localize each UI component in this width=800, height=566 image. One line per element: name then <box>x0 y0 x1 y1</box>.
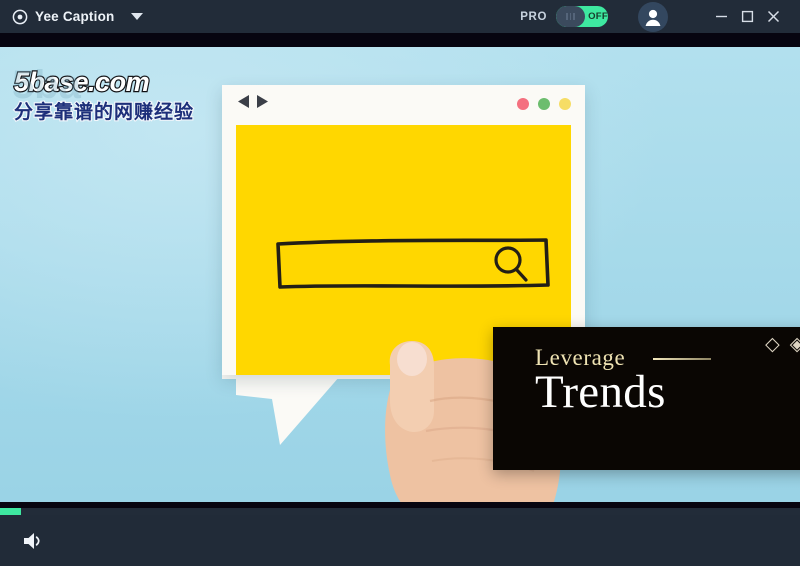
player-control-bar: 00:00:13 / 00:07:45 智能字幕(已关闭) <box>0 515 800 566</box>
browser-mock-toolbar <box>222 85 585 123</box>
pro-toggle-switch[interactable]: OFF <box>556 6 608 27</box>
maximize-dot <box>559 98 571 110</box>
minimize-icon[interactable] <box>708 0 734 33</box>
arrow-right-icon <box>254 93 270 115</box>
watermark-ghost: 5ba <box>12 63 81 107</box>
user-avatar-icon[interactable] <box>638 1 668 32</box>
speaker-icon[interactable] <box>23 532 43 555</box>
trends-title: Trends <box>535 366 666 418</box>
watermark-url: 5base.com <box>13 67 151 97</box>
seek-bar[interactable] <box>0 508 800 515</box>
close-icon[interactable] <box>760 0 786 33</box>
arrow-left-icon <box>236 93 252 115</box>
site-watermark: 5ba 5base.com 分享靠谱的网赚经验 <box>12 65 195 123</box>
toggle-knob <box>556 6 586 27</box>
pro-label: PRO <box>520 10 547 23</box>
leverage-trends-card: Leverage Trends ◇◈◇ <box>493 327 800 470</box>
close-dot <box>517 98 529 110</box>
record-circle-icon <box>12 9 28 25</box>
chevron-down-icon[interactable] <box>131 13 144 20</box>
watermark-tagline: 分享靠谱的网赚经验 <box>13 102 195 123</box>
browser-mock-dots <box>517 98 571 110</box>
app-brand[interactable]: Yee Caption <box>12 9 114 25</box>
video-frame: Leverage Trends ◇◈◇ 5ba 5base.com 分享靠谱的网… <box>0 47 800 502</box>
app-title: Yee Caption <box>35 9 115 24</box>
speech-bubble-tail <box>236 369 346 445</box>
minimize-dot <box>538 98 550 110</box>
toggle-state-label: OFF <box>588 11 608 22</box>
title-bar-right-group: PRO OFF <box>520 0 800 33</box>
video-stage[interactable]: Leverage Trends ◇◈◇ 5ba 5base.com 分享靠谱的网… <box>0 33 800 516</box>
diamond-glyphs-icon: ◇◈◇ <box>765 334 800 355</box>
yee-caption-window: Yee Caption PRO OFF Leverage Trends ◇ ◈ … <box>0 0 800 566</box>
maximize-icon[interactable] <box>734 0 760 33</box>
search-box-sketch <box>276 238 550 289</box>
title-bar: Yee Caption PRO OFF <box>0 0 800 33</box>
trends-rule <box>653 358 711 360</box>
seek-bar-progress <box>0 508 21 515</box>
